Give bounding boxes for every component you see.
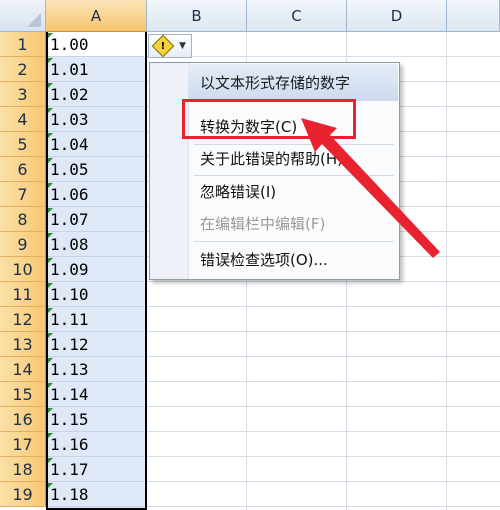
annotation-arrow (301, 118, 440, 258)
